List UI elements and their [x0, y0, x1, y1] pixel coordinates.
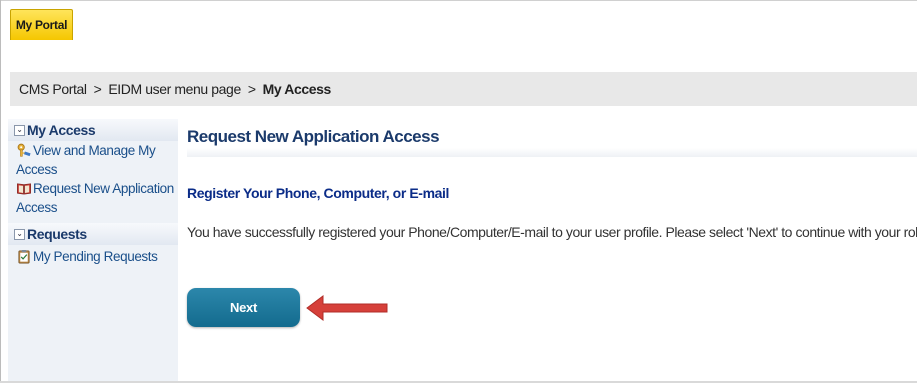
section-heading: Register Your Phone, Computer, or E-mail — [187, 185, 449, 201]
sidebar-item-label: Access — [16, 162, 58, 177]
sidebar-item-label: View and Manage My — [33, 143, 156, 158]
confirmation-message: You have successfully registered your Ph… — [187, 224, 917, 240]
sidebar-item-view-manage-access[interactable]: View and Manage My — [8, 141, 178, 160]
my-portal-tab[interactable]: My Portal — [10, 9, 73, 40]
next-button[interactable]: Next — [187, 288, 300, 327]
sidebar-item-request-new-access[interactable]: Request New Application — [8, 179, 178, 198]
breadcrumb-separator: > — [247, 81, 256, 97]
breadcrumb: CMS Portal > EIDM user menu page > My Ac… — [10, 72, 917, 106]
red-arrow-pointer-icon — [306, 295, 388, 321]
breadcrumb-separator: > — [93, 81, 102, 97]
breadcrumb-current: My Access — [262, 81, 332, 97]
sidebar-section-requests[interactable]: ⌄ Requests — [8, 223, 178, 245]
sidebar-section-title: Requests — [27, 226, 87, 242]
sidebar-item-label-continued[interactable]: Access — [8, 198, 178, 217]
breadcrumb-item-cms-portal[interactable]: CMS Portal — [19, 81, 87, 97]
sidebar-section-title: My Access — [27, 122, 96, 138]
sidebar-section-my-access[interactable]: ⌄ My Access — [8, 119, 178, 141]
my-portal-tab-label: My Portal — [15, 18, 68, 32]
sidebar-item-label-continued[interactable]: Access — [8, 160, 178, 179]
sidebar-item-label: Request New Application — [33, 181, 174, 196]
page-title: Request New Application Access — [187, 127, 917, 157]
breadcrumb-item-eidm-menu[interactable]: EIDM user menu page — [108, 81, 241, 97]
sidebar: ⌄ My Access View and Manage My Access Re… — [8, 119, 178, 381]
sidebar-item-label: Access — [16, 200, 58, 215]
key-icon — [17, 143, 31, 157]
collapse-chevron-icon[interactable]: ⌄ — [14, 228, 25, 240]
clipboard-icon — [18, 249, 30, 264]
collapse-chevron-icon[interactable]: ⌄ — [14, 124, 25, 136]
sidebar-item-label: My Pending Requests — [33, 249, 158, 264]
window-left-border — [0, 0, 1, 383]
book-icon — [17, 183, 31, 195]
sidebar-item-pending-requests[interactable]: My Pending Requests — [8, 247, 178, 266]
window-top-border — [0, 0, 917, 1]
